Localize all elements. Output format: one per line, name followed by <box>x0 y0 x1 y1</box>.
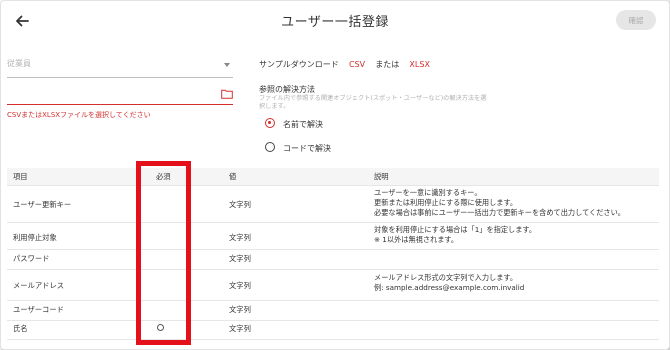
row-item: 利用停止対象 <box>13 233 57 242</box>
file-input[interactable] <box>7 84 233 105</box>
sample-download: サンプルダウンロード CSV または XLSX <box>259 59 430 70</box>
resolve-by-name-radio[interactable] <box>265 118 275 128</box>
row-value: 文字列 <box>229 281 251 290</box>
resolve-by-code-label: コードで解決 <box>283 144 331 153</box>
file-error-message: CSVまたはXLSXファイルを選択してください <box>7 111 151 119</box>
resolve-by-name-label: 名前で解決 <box>283 120 323 129</box>
table-row: パスワード 文字列 <box>7 249 659 270</box>
csv-download-link[interactable]: CSV <box>349 60 365 69</box>
row-value: 文字列 <box>229 254 251 263</box>
table-header-row: 項目 必須 値 説明 <box>7 168 659 186</box>
confirm-button[interactable]: 確認 <box>616 10 656 30</box>
row-description: 対象を利用停止にする場合は「1」を指定します。 ※ 1以外は無視されます。 <box>374 225 536 245</box>
row-value: 文字列 <box>229 200 251 209</box>
row-item: ユーザーコード <box>13 305 64 314</box>
description-line: メールアドレス形式の文字列で入力します。 <box>374 273 518 282</box>
header-item: 項目 <box>13 172 28 181</box>
table-row: 氏名 文字列 <box>7 320 659 340</box>
row-item: ユーザー更新キー <box>13 200 72 209</box>
header-value: 値 <box>229 172 237 181</box>
table-row: ユーザーコード 文字列 <box>7 300 659 321</box>
row-item: 氏名 <box>13 324 28 333</box>
description-line: ユーザーを一意に識別するキー。 <box>374 188 482 197</box>
description-line: 例: sample.address@example.com.invalid <box>374 283 525 292</box>
header-required: 必須 <box>156 172 171 181</box>
row-description: ユーザーを一意に識別するキー。 更新または利用停止にする際に使用します。 必要な… <box>374 188 625 218</box>
header-description: 説明 <box>374 172 389 181</box>
row-item: メールアドレス <box>13 281 65 290</box>
chevron-down-icon <box>224 63 230 67</box>
table-row: メールアドレス 文字列 メールアドレス形式の文字列で入力します。 例: samp… <box>7 269 659 301</box>
sample-or-text: または <box>375 60 400 69</box>
description-line: 必要な場合は事前にユーザー一括出力で更新キーを含めて出力してください。 <box>374 208 625 217</box>
table-row: 利用停止対象 文字列 対象を利用停止にする場合は「1」を指定します。 ※ 1以外… <box>7 222 659 250</box>
reference-resolution-help: ファイル内で参照する関連オブジェクト(スポット・ユーザーなど)の解決方法を選択し… <box>259 95 487 111</box>
dialog-frame: ユーザー一括登録 確認 従業員 CSVまたはXLSXファイルを選択してください … <box>0 0 670 350</box>
xlsx-download-link[interactable]: XLSX <box>409 60 430 69</box>
page-title: ユーザー一括登録 <box>281 15 389 30</box>
description-line: ※ 1以外は無視されます。 <box>374 235 459 244</box>
row-value: 文字列 <box>229 305 251 314</box>
row-description: メールアドレス形式の文字列で入力します。 例: sample.address@e… <box>374 273 524 293</box>
row-item: パスワード <box>13 254 50 263</box>
folder-icon[interactable] <box>221 89 233 99</box>
description-line: 更新または利用停止にする際に使用します。 <box>374 198 518 207</box>
table-row: ユーザー更新キー 文字列 ユーザーを一意に識別するキー。 更新または利用停止にす… <box>7 185 659 223</box>
employee-select[interactable]: 従業員 <box>7 55 233 78</box>
row-value: 文字列 <box>229 233 251 242</box>
reference-resolution-title: 参照の解決方法 <box>259 85 315 94</box>
description-line: 対象を利用停止にする場合は「1」を指定します。 <box>374 225 537 234</box>
employee-select-placeholder: 従業員 <box>7 59 31 68</box>
row-value: 文字列 <box>229 324 251 333</box>
sample-download-label: サンプルダウンロード <box>259 60 339 69</box>
resolve-by-code-radio[interactable] <box>265 142 275 152</box>
required-mark <box>157 324 164 331</box>
